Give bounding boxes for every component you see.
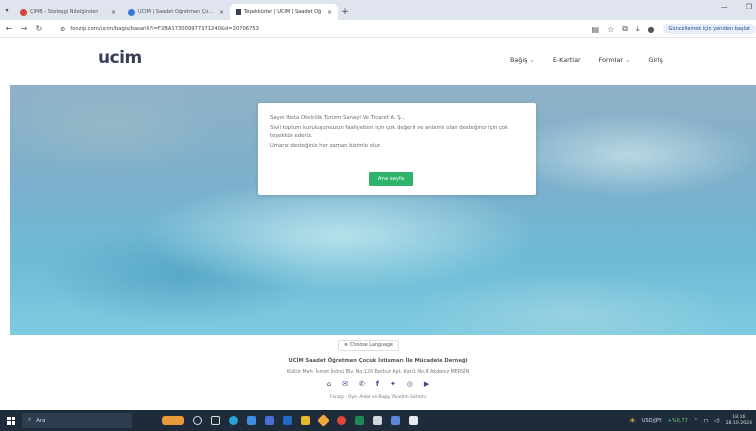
- system-tray: ☀ USD/JPY +%0.77 ⌃ ⊓ ◁) 18:16 28.10.2024: [629, 410, 756, 431]
- chrome-icon[interactable]: [337, 416, 346, 425]
- site-footer: ⊕ Choose Language UCİM Saadet Öğretmen Ç…: [0, 335, 756, 410]
- chevron-up-icon[interactable]: ⌃: [694, 418, 698, 424]
- browser-toolbar: ← → ↻ ⚙ fonzip.com/ucim/bagis/basarili?i…: [0, 20, 756, 38]
- footer-social-icons: ⌂ ✉ ✆ f ✦ ◎ ▶: [0, 380, 756, 388]
- app-generic-icon[interactable]: [373, 416, 382, 425]
- weather-sun-icon: ☀: [628, 416, 636, 425]
- reload-icon[interactable]: ↻: [33, 24, 45, 33]
- outlook-icon[interactable]: [283, 416, 292, 425]
- hero-background: Sayın Ibsta Otelcilik Turizm Sanayi Ve T…: [10, 85, 756, 335]
- card-message: Sivil toplum kuruluşumuzun faaliyetleri …: [270, 125, 509, 139]
- nav-label: E-Kartlar: [552, 56, 581, 64]
- tab-search-icon[interactable]: ▾: [0, 0, 14, 20]
- extensions-icon[interactable]: ⧉: [622, 24, 628, 34]
- windows-taskbar: ⌕ Ara ☀ USD/JPY +%0.77 ⌃ ⊓ ◁) 18:16 28.1…: [0, 410, 756, 431]
- browser-tab-bar: ▾ ÇİMB - Sözleşgi Nitelğinden × UCİM | S…: [0, 0, 756, 20]
- new-tab-icon[interactable]: +: [338, 4, 352, 20]
- windows-logo-icon: [7, 416, 15, 425]
- excel-icon[interactable]: [355, 416, 364, 425]
- footer-org-name: UCİM Saadet Öğretmen Çocuk İstismarı İle…: [288, 358, 468, 364]
- download-icon[interactable]: ⤓: [636, 24, 640, 34]
- footer-credit[interactable]: Fonzip - Üye, Aidat ve Bağış Yönetim Sis…: [0, 395, 756, 400]
- forward-icon[interactable]: →: [18, 24, 30, 33]
- nav-label: Giriş: [648, 56, 663, 64]
- facebook-icon[interactable]: f: [376, 380, 379, 388]
- phone-icon[interactable]: ✆: [359, 380, 365, 388]
- currency-change: +%0.77: [667, 417, 688, 424]
- clock[interactable]: 18:16 28.10.2024: [726, 415, 752, 427]
- search-icon: ⌕: [28, 417, 32, 423]
- thank-you-card: Sayın Ibsta Otelcilik Turizm Sanayi Ve T…: [258, 103, 536, 195]
- mail-app-icon[interactable]: [265, 416, 274, 425]
- taskbar-search[interactable]: ⌕ Ara: [22, 413, 132, 428]
- restore-icon[interactable]: ❐: [746, 3, 752, 11]
- logo-text: ucim: [98, 48, 142, 68]
- clock-date: 28.10.2024: [725, 420, 752, 426]
- app-blue-icon[interactable]: [391, 416, 400, 425]
- site-header: ucim Bağış ⌄ E-Kartlar Formlar ⌄ Giriş: [0, 38, 756, 85]
- browser-tab-2[interactable]: UCİM | Saadet Öğretmen Çocuk ×: [122, 4, 230, 20]
- language-label: Choose Language: [350, 343, 393, 348]
- url-text: fonzip.com/ucim/bagis/basarili?i=F2BA173…: [70, 26, 259, 32]
- nav-item-e-kartlar[interactable]: E-Kartlar: [553, 56, 581, 64]
- globe-icon: ⊕: [344, 343, 349, 348]
- instagram-icon[interactable]: ◎: [407, 380, 413, 388]
- window-controls: — ❐: [721, 3, 752, 11]
- nav-item-giris[interactable]: Giriş: [648, 56, 662, 64]
- home-icon[interactable]: ⌂: [327, 380, 331, 388]
- footer-address: Kültür Mah. İsmet İnönü Blv. No:120 Barb…: [286, 370, 470, 375]
- close-icon[interactable]: ×: [327, 9, 332, 16]
- close-icon[interactable]: ×: [111, 9, 116, 16]
- tab-favicon: [20, 8, 27, 16]
- currency-pair[interactable]: USD/JPY: [642, 418, 662, 424]
- app-diamond-icon[interactable]: [317, 414, 330, 427]
- card-greeting: Sayın Ibsta Otelcilik Turizm Sanayi Ve T…: [270, 115, 405, 121]
- chevron-down-icon: ⌄: [529, 56, 535, 64]
- edge-icon[interactable]: [229, 416, 238, 425]
- nav-item-formlar[interactable]: Formlar ⌄: [599, 56, 631, 64]
- close-icon[interactable]: ×: [219, 9, 224, 16]
- nav-label: Bağış: [510, 56, 528, 64]
- browser-tab-3-active[interactable]: Teşekkürler | UCİM | Saadet Öğ ×: [230, 4, 338, 20]
- profile-icon[interactable]: ●: [648, 25, 655, 34]
- mail-icon[interactable]: ✉: [342, 380, 348, 388]
- nav-item-bagis[interactable]: Bağış ⌄: [510, 56, 535, 64]
- browser-app-icon[interactable]: [247, 416, 256, 425]
- widgets-icon[interactable]: [162, 416, 184, 425]
- home-page-button[interactable]: Ana sayfa: [369, 172, 413, 186]
- file-explorer-icon[interactable]: [301, 416, 310, 425]
- tab-label: Teşekkürler | UCİM | Saadet Öğ: [244, 9, 322, 15]
- task-view-icon[interactable]: [211, 416, 220, 425]
- search-placeholder: Ara: [36, 417, 46, 424]
- minimize-icon[interactable]: —: [721, 3, 728, 11]
- toolbar-actions: ▤ ☆ ⧉ ⤓ ● Güncellemek için yeniden başla…: [592, 22, 756, 36]
- tab-label: UCİM | Saadet Öğretmen Çocuk: [138, 9, 215, 15]
- nav-label: Formlar: [598, 56, 624, 64]
- tab-favicon: [128, 8, 135, 16]
- reading-mode-icon[interactable]: ▤: [592, 25, 600, 34]
- card-closing: Umarız desteğiniz her zaman bizimle olur…: [270, 143, 382, 149]
- app-white-icon[interactable]: [409, 416, 418, 425]
- start-button[interactable]: [0, 416, 22, 425]
- address-bar[interactable]: ⚙ fonzip.com/ucim/bagis/basarili?i=F2BA1…: [60, 23, 580, 35]
- tab-favicon: [236, 9, 241, 15]
- volume-icon[interactable]: ◁): [714, 418, 720, 424]
- youtube-icon[interactable]: ▶: [424, 380, 429, 388]
- twitter-icon[interactable]: ✦: [390, 380, 396, 388]
- site-info-icon[interactable]: ⚙: [60, 26, 65, 33]
- back-icon[interactable]: ←: [3, 24, 15, 33]
- tab-label: ÇİMB - Sözleşgi Nitelğinden: [30, 9, 99, 15]
- chevron-down-icon: ⌄: [625, 56, 631, 64]
- browser-tab-1[interactable]: ÇİMB - Sözleşgi Nitelğinden ×: [14, 4, 122, 20]
- taskbar-apps: [162, 414, 418, 427]
- bookmark-star-icon[interactable]: ☆: [607, 25, 614, 34]
- site-nav: Bağış ⌄ E-Kartlar Formlar ⌄ Giriş: [510, 56, 663, 64]
- network-icon[interactable]: ⊓: [704, 418, 708, 424]
- language-selector[interactable]: ⊕ Choose Language: [338, 340, 399, 351]
- site-logo[interactable]: ucim: [98, 48, 142, 68]
- search-circle-icon[interactable]: [193, 416, 202, 425]
- update-button[interactable]: Güncellemek için yeniden başlat: [662, 24, 756, 34]
